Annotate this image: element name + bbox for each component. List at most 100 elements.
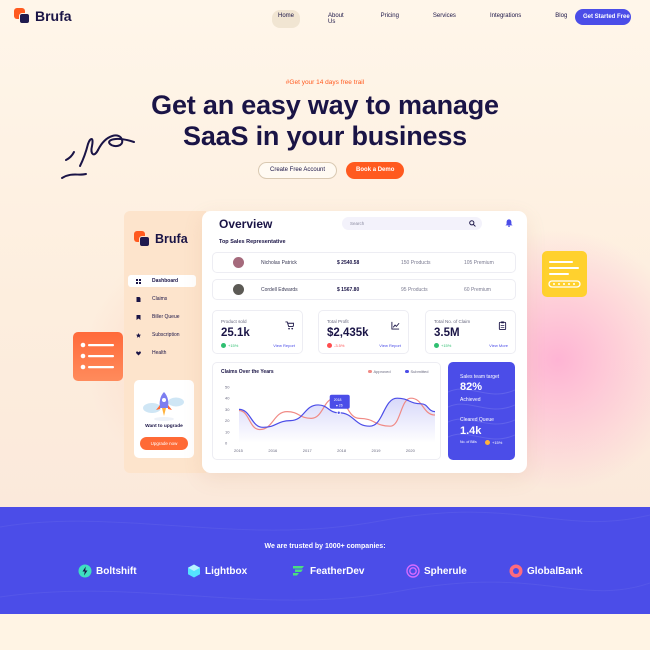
footer-strip [0,614,650,650]
target-value: 82% [460,381,483,393]
nav-link-home[interactable]: Home [272,10,301,28]
book-demo-button[interactable]: Book a Demo [346,162,405,179]
top-sales-title: Top Sales Representative [219,239,286,245]
tooltip-value: ● 26 [336,403,343,407]
nav-link-pricing[interactable]: Pricing [375,10,405,28]
target-sub: Achieved [460,397,481,403]
trusted-title: We are trusted by 1000+ companies: [264,543,386,550]
stat-value: $2,435k [327,327,369,339]
claims-chart-card: Claims Over the Years Approved Submitted… [212,362,441,460]
dashboard-logo: Brufa [134,231,188,247]
view-report-link[interactable]: View Report [273,343,295,348]
sales-rep-row[interactable]: Nicholas Patrick $ 2540.58 150 Products … [212,252,516,273]
partner-logos: Boltshift Lightbox FeatherDev Spherule G… [0,564,650,582]
sidebar-item-dashboard[interactable]: Dashboard [128,275,196,287]
brand-logo[interactable]: Brufa [14,8,72,24]
queue-value: 1.4k [460,425,482,437]
logo-mark-icon [14,8,30,24]
view-more-link[interactable]: View More [489,343,508,348]
rep-premium: 105 Premium [464,260,494,266]
rep-products: 95 Products [401,287,428,293]
y-tick-label: 0 [225,441,228,446]
brand-boltshift[interactable]: Boltshift [78,564,137,578]
stat-label: Total No. of Claim [434,319,471,324]
stat-card-product-sold: Product sold 25.1k +15% View Report [212,310,303,354]
sidebar-menu: Dashboard Claims Biller Queue Subscripti… [128,275,196,365]
grid-icon [136,278,141,284]
stat-card-total-claims: Total No. of Claim 3.5M +15% View More [425,310,516,354]
upgrade-now-button[interactable]: Upgrade now [140,437,188,450]
stat-label: Total Profit [327,319,349,324]
brand-lightbox[interactable]: Lightbox [187,564,247,578]
rep-amount: $ 2540.58 [337,260,360,266]
search-icon [469,220,476,227]
document-icon [136,296,141,302]
target-label: Sales team target [460,374,500,380]
upgrade-card: Want to upgrade Upgrade now [134,380,194,458]
brand-globalbank[interactable]: GlobalBank [509,564,583,578]
sidebar-item-label: Dashboard [152,278,179,284]
brand-spherule[interactable]: Spherule [406,564,467,578]
rocket-icon [143,392,184,421]
create-account-button[interactable]: Create Free Account [258,162,338,179]
headline-line-1: Get an easy way to manage [151,90,499,120]
star-icon [136,332,141,338]
dashboard-search-input[interactable]: Search [342,217,482,230]
spherule-icon [406,564,420,578]
view-report-link[interactable]: View Report [379,343,401,348]
stat-change: +15% [221,343,238,349]
bell-icon[interactable] [505,219,513,227]
nav-link-services[interactable]: Services [427,10,462,28]
nav-link-blog[interactable]: Blog [549,10,573,28]
rep-products: 150 Products [401,260,431,266]
globalbank-icon [509,564,523,578]
nav-link-integrations[interactable]: Integrations [484,10,527,28]
sidebar-item-health[interactable]: Health [128,347,196,359]
x-tick-label: 2016 [268,448,278,453]
avatar [233,257,244,268]
trusted-by-section: We are trusted by 1000+ companies: Bolts… [0,507,650,614]
y-tick-label: 10 [225,429,230,434]
nav-link-about[interactable]: About Us [322,10,353,28]
y-tick-label: 50 [225,385,230,390]
chart-icon [391,321,400,330]
heart-icon [136,350,141,355]
stat-change: +15% [434,343,451,349]
tooltip-year: 2018 [334,398,342,402]
y-tick-label: 40 [225,396,230,401]
stat-value: 25.1k [221,327,250,339]
sidebar-item-label: Subscription [152,332,180,338]
sidebar-item-claims[interactable]: Claims [128,293,196,305]
rep-name: Cordell Edwards [261,287,298,293]
trial-tagline: #Get your 14 days free trail [285,79,365,86]
stat-card-total-profit: Total Profit $2,435k -3.5% View Report [318,310,409,354]
x-tick-label: 2019 [372,448,382,453]
list-icon [80,342,114,370]
rep-name: Nicholas Patrick [261,260,297,266]
hero-cta-row: Create Free Account Book a Demo [258,162,405,179]
cart-icon [285,321,294,330]
bills-change: +15% [485,440,502,446]
sidebar-item-biller-queue[interactable]: Biller Queue [128,311,196,323]
sidebar-item-subscription[interactable]: Subscription [128,329,196,341]
x-tick-label: 2017 [303,448,313,453]
navbar: Brufa Home About Us Pricing Services Int… [0,0,650,34]
sidebar-item-label: Claims [152,296,168,302]
get-started-button[interactable]: Get Started Free [575,9,631,25]
sales-rep-row[interactable]: Cordell Edwards $ 1567.80 95 Products 60… [212,279,516,300]
rep-premium: 60 Premium [464,287,491,293]
x-tick-label: 2018 [337,448,347,453]
search-placeholder: Search [350,221,365,226]
lightbox-icon [188,564,200,578]
x-tick-label: 2015 [234,448,244,453]
brand-featherdev[interactable]: FeatherDev [292,564,364,578]
queue-label: Cleared Queue [460,417,494,423]
sidebar-item-label: Health [152,350,167,356]
sidebar-item-label: Biller Queue [152,314,180,320]
wave-pattern [0,511,650,601]
claims-line-chart: 010203040502015 2016 2017 2018 2019 20202018●… [225,385,436,453]
brand-name: Brufa [35,8,72,24]
boltshift-icon [78,564,92,578]
stat-value: 3.5M [434,327,460,339]
logo-mark-icon [134,231,150,247]
